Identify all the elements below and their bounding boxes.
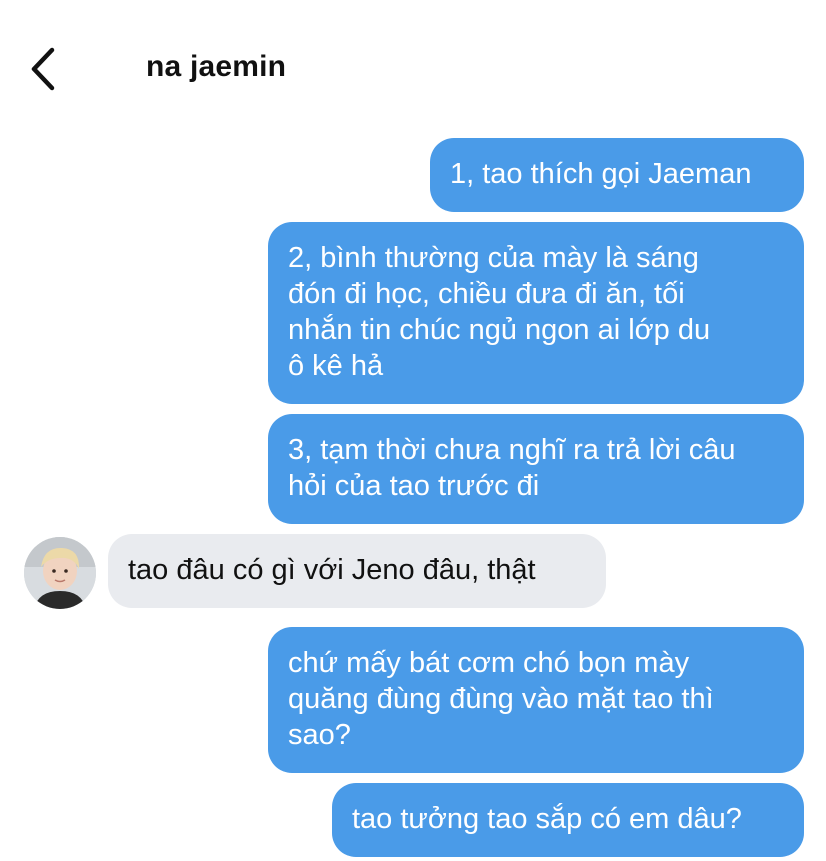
chat-header: na jaemin: [0, 0, 826, 120]
message-bubble-outgoing[interactable]: chứ mấy bát cơm chó bọn mày quăng đùng đ…: [268, 627, 804, 773]
avatar-image: [24, 537, 96, 609]
message-bubble-incoming[interactable]: tao đâu có gì với Jeno đâu, thật: [108, 534, 606, 608]
message-bubble-outgoing[interactable]: 2, bình thường của mày là sáng đón đi họ…: [268, 222, 804, 404]
message-bubble-outgoing[interactable]: 3, tạm thời chưa nghĩ ra trả lời câu hỏi…: [268, 414, 804, 524]
back-button[interactable]: [22, 44, 66, 94]
message-bubble-outgoing[interactable]: tao tưởng tao sắp có em dâu?: [332, 783, 804, 857]
contact-name[interactable]: na jaemin: [146, 50, 286, 84]
contact-avatar[interactable]: [24, 537, 96, 609]
message-bubble-outgoing[interactable]: 1, tao thích gọi Jaeman: [430, 138, 804, 212]
chevron-left-icon: [31, 47, 55, 91]
